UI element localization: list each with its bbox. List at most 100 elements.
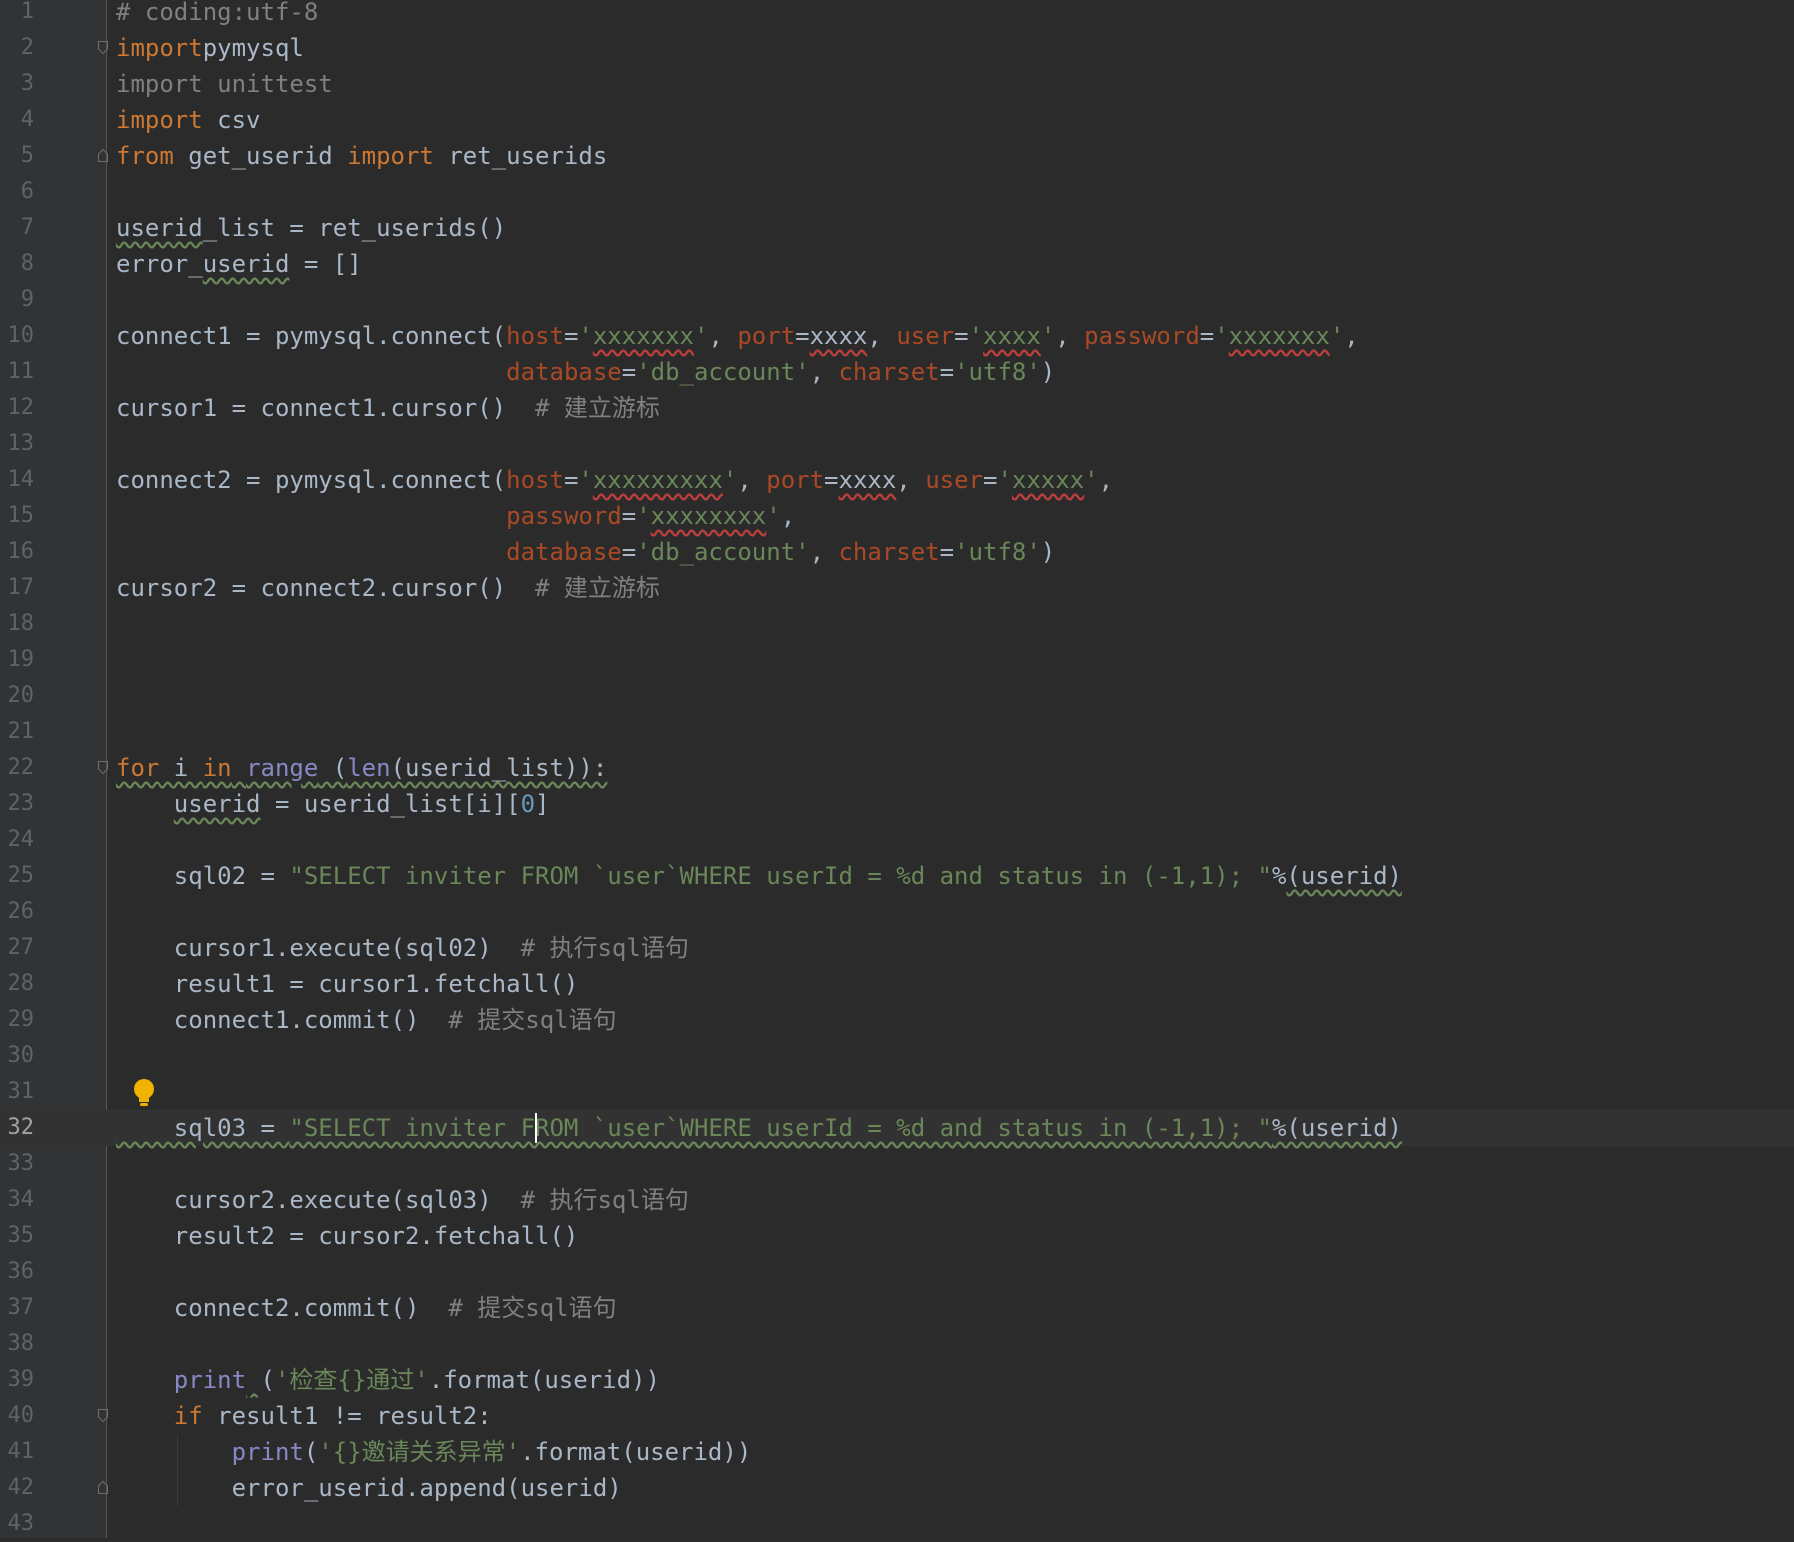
code-line[interactable]: 5 from get_userid import ret_userids (0, 138, 1794, 174)
line-number[interactable]: 15 (0, 498, 35, 534)
line-number[interactable]: 3 (0, 66, 34, 102)
line-number[interactable]: 33 (0, 1146, 35, 1182)
code-line[interactable]: 16 database='db_account', charset='utf8'… (0, 534, 1794, 570)
code-line[interactable]: 14 connect2 = pymysql.connect(host='xxxxx… (0, 462, 1794, 498)
code-text[interactable]: error_userid = [] (116, 246, 362, 282)
fold-close-icon[interactable] (98, 1481, 108, 1494)
code-line[interactable]: 27 cursor1.execute(sql02) # 执行sql语句 (0, 930, 1794, 966)
code-text[interactable]: print ('检查{}通过'.format(userid)) (116, 1362, 660, 1398)
code-line[interactable]: 26 (0, 894, 1794, 930)
code-line[interactable]: 42 error_userid.append(userid) (0, 1470, 1794, 1506)
line-number[interactable]: 24 (0, 822, 35, 858)
line-number[interactable]: 38 (0, 1326, 35, 1362)
line-number[interactable]: 21 (0, 714, 35, 750)
line-number[interactable]: 20 (0, 678, 35, 714)
code-text[interactable]: print('{}邀请关系异常'.format(userid)) (116, 1434, 752, 1470)
line-number[interactable]: 2 (0, 30, 34, 66)
line-number[interactable]: 28 (0, 966, 35, 1002)
code-text[interactable]: cursor2.execute(sql03) # 执行sql语句 (116, 1182, 689, 1218)
code-line[interactable]: 24 (0, 822, 1794, 858)
line-number[interactable]: 26 (0, 894, 35, 930)
line-number[interactable]: 1 (0, 0, 34, 30)
code-text[interactable]: result1 = cursor1.fetchall() (116, 966, 579, 1002)
line-number[interactable]: 8 (0, 246, 34, 282)
code-line[interactable]: 2 importpymysql (0, 30, 1794, 66)
code-line[interactable]: 38 (0, 1326, 1794, 1362)
line-number[interactable]: 6 (0, 174, 34, 210)
code-line[interactable]: 40 if result1 != result2: (0, 1398, 1794, 1434)
code-line[interactable]: 20 (0, 678, 1794, 714)
code-line[interactable]: 8 error_userid = [] (0, 246, 1794, 282)
code-line[interactable]: 41 print('{}邀请关系异常'.format(userid)) (0, 1434, 1794, 1470)
code-text[interactable]: connect2 = pymysql.connect(host='xxxxxxx… (116, 462, 1113, 498)
code-line[interactable]: 23 userid = userid_list[i][0] (0, 786, 1794, 822)
lightbulb-icon[interactable] (131, 1078, 157, 1108)
code-text[interactable]: userid = userid_list[i][0] (116, 786, 550, 822)
code-text[interactable]: from get_userid import ret_userids (116, 138, 607, 174)
line-number[interactable]: 17 (0, 570, 35, 606)
code-line[interactable]: 11 database='db_account', charset='utf8'… (0, 354, 1794, 390)
code-text[interactable]: cursor1.execute(sql02) # 执行sql语句 (116, 930, 689, 966)
code-text[interactable]: import csv (116, 102, 261, 138)
code-text[interactable]: sql02 = "SELECT inviter FROM `user`WHERE… (116, 858, 1402, 894)
code-line[interactable]: 1 # coding:utf-8 (0, 0, 1794, 30)
code-line[interactable]: 4 import csv (0, 102, 1794, 138)
line-number[interactable]: 41 (0, 1434, 35, 1470)
line-number[interactable]: 10 (0, 318, 35, 354)
code-editor[interactable]: 1 # coding:utf-8 2 importpymysql 3 import uni… (0, 0, 1794, 1538)
line-number[interactable]: 31 (0, 1074, 35, 1110)
code-line[interactable]: 32 sql03 = "SELECT inviter FROM `user`WH… (0, 1110, 1794, 1146)
line-number[interactable]: 22 (0, 750, 35, 786)
line-number[interactable]: 35 (0, 1218, 35, 1254)
code-line[interactable]: 19 (0, 642, 1794, 678)
line-number[interactable]: 39 (0, 1362, 35, 1398)
code-text[interactable]: userid_list = ret_userids() (116, 210, 506, 246)
code-text[interactable]: for i in range (len(userid_list)): (116, 750, 607, 786)
line-number[interactable]: 32 (0, 1110, 35, 1146)
code-line[interactable]: 10 connect1 = pymysql.connect(host='xxxxx… (0, 318, 1794, 354)
code-line[interactable]: 39 print ('检查{}通过'.format(userid)) (0, 1362, 1794, 1398)
line-number[interactable]: 29 (0, 1002, 35, 1038)
code-line[interactable]: 35 result2 = cursor2.fetchall() (0, 1218, 1794, 1254)
line-number[interactable]: 40 (0, 1398, 35, 1434)
code-line[interactable]: 22 for i in range (len(userid_list)): (0, 750, 1794, 786)
code-text[interactable]: sql03 = "SELECT inviter FROM `user`WHERE… (116, 1110, 1402, 1146)
line-number[interactable]: 13 (0, 426, 35, 462)
line-number[interactable]: 43 (0, 1506, 35, 1542)
code-line[interactable]: 36 (0, 1254, 1794, 1290)
code-text[interactable]: connect1 = pymysql.connect(host='xxxxxxx… (116, 318, 1359, 354)
code-text[interactable]: database='db_account', charset='utf8') (116, 534, 1055, 570)
line-number[interactable]: 30 (0, 1038, 35, 1074)
code-line[interactable]: 7 userid_list = ret_userids() (0, 210, 1794, 246)
fold-open-icon[interactable] (98, 1409, 108, 1422)
code-line[interactable]: 25 sql02 = "SELECT inviter FROM `user`WH… (0, 858, 1794, 894)
line-number[interactable]: 4 (0, 102, 34, 138)
fold-close-icon[interactable] (98, 149, 108, 162)
code-line[interactable]: 9 (0, 282, 1794, 318)
fold-open-icon[interactable] (98, 761, 108, 774)
code-text[interactable]: database='db_account', charset='utf8') (116, 354, 1055, 390)
line-number[interactable]: 27 (0, 930, 35, 966)
code-line[interactable]: 34 cursor2.execute(sql03) # 执行sql语句 (0, 1182, 1794, 1218)
line-number[interactable]: 34 (0, 1182, 35, 1218)
code-line[interactable]: 30 (0, 1038, 1794, 1074)
line-number[interactable]: 7 (0, 210, 34, 246)
code-line[interactable]: 13 (0, 426, 1794, 462)
code-text[interactable]: error_userid.append(userid) (116, 1470, 622, 1506)
line-number[interactable]: 18 (0, 606, 35, 642)
line-number[interactable]: 11 (0, 354, 35, 390)
code-line[interactable]: 6 (0, 174, 1794, 210)
code-line[interactable]: 3 import unittest (0, 66, 1794, 102)
line-number[interactable]: 42 (0, 1470, 35, 1506)
line-number[interactable]: 37 (0, 1290, 35, 1326)
code-text[interactable]: password='xxxxxxxx', (116, 498, 795, 534)
code-line[interactable]: 31 (0, 1074, 1794, 1110)
line-number[interactable]: 16 (0, 534, 35, 570)
code-text[interactable]: cursor2 = connect2.cursor() # 建立游标 (116, 570, 660, 606)
code-text[interactable]: result2 = cursor2.fetchall() (116, 1218, 579, 1254)
line-number[interactable]: 12 (0, 390, 35, 426)
code-line[interactable]: 28 result1 = cursor1.fetchall() (0, 966, 1794, 1002)
code-line[interactable]: 17 cursor2 = connect2.cursor() # 建立游标 (0, 570, 1794, 606)
code-line[interactable]: 37 connect2.commit() # 提交sql语句 (0, 1290, 1794, 1326)
code-text[interactable]: if result1 != result2: (116, 1398, 492, 1434)
